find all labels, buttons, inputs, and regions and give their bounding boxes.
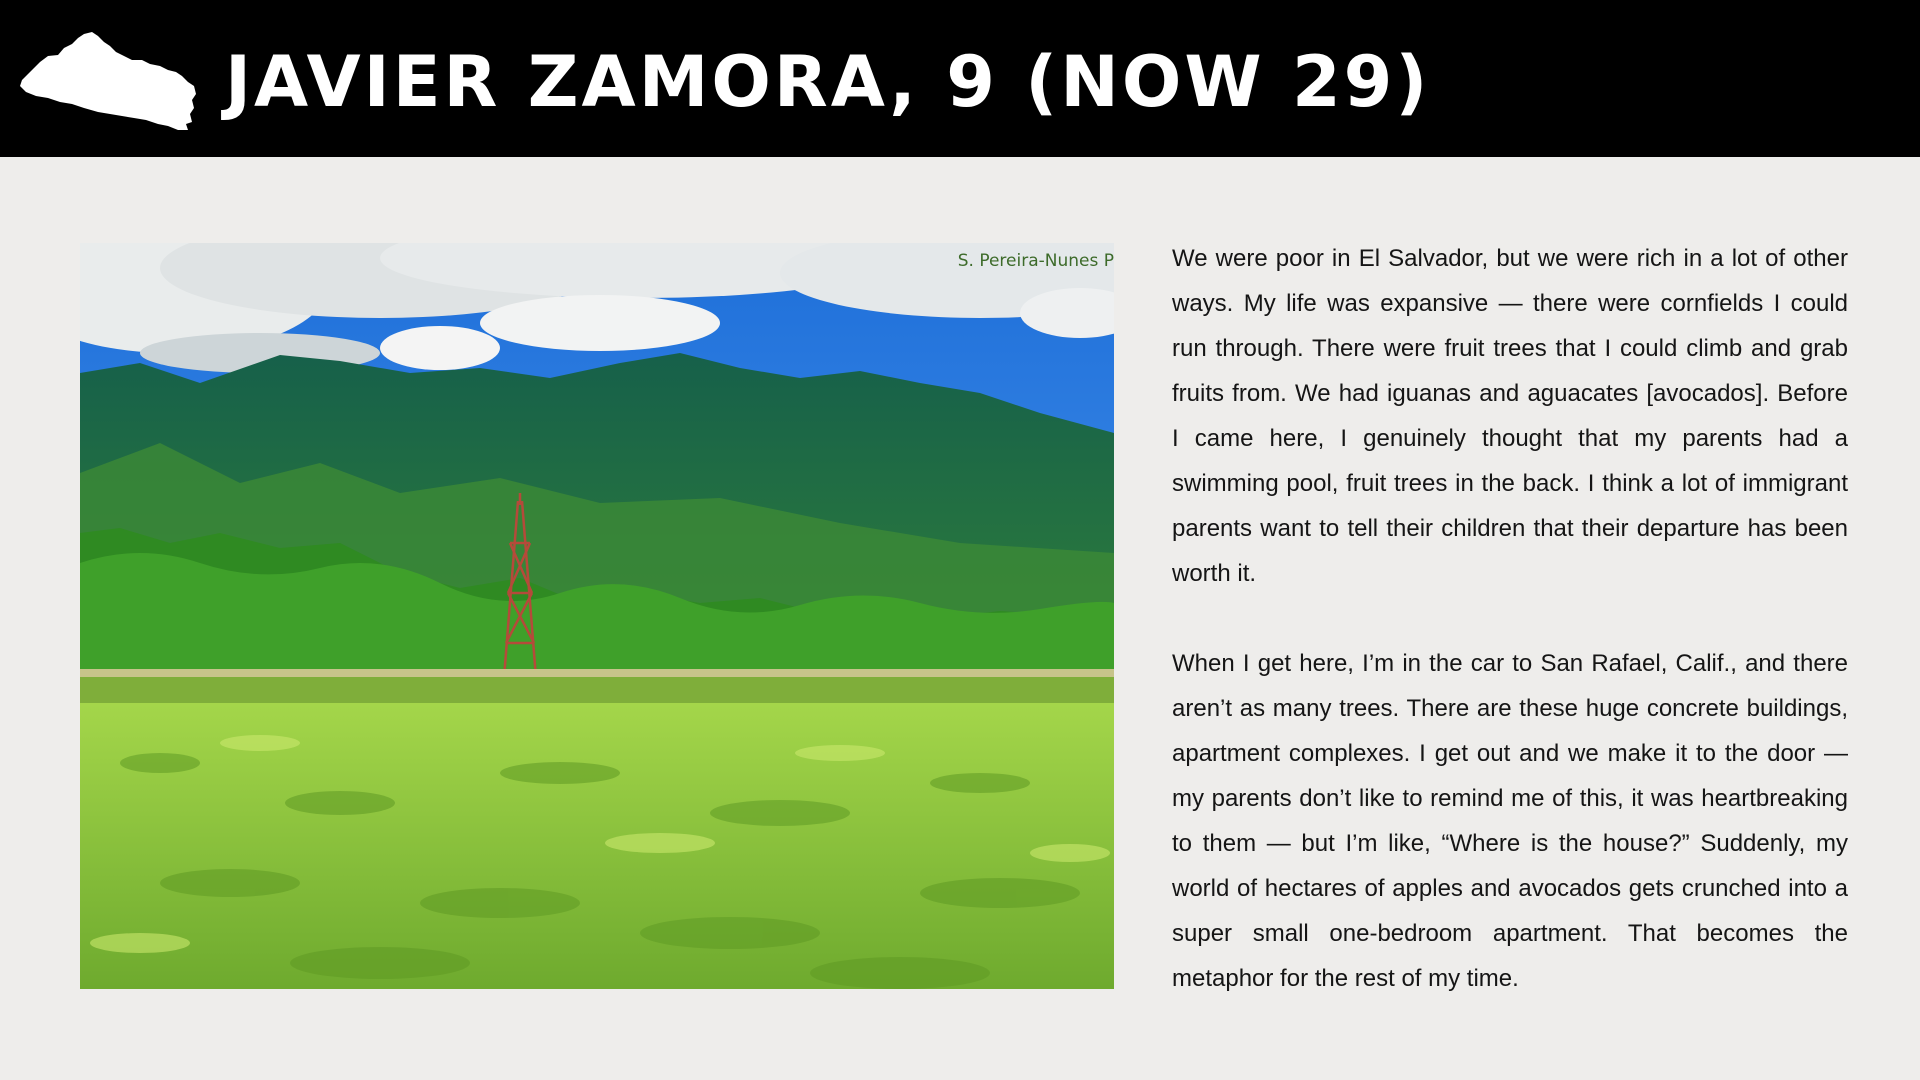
photo-credit: S. Pereira-Nunes P	[957, 251, 1114, 271]
header-bar: JAVIER ZAMORA, 9 (NOW 29)	[0, 0, 1920, 157]
farm-field-photo: S. Pereira-Nunes P	[80, 243, 1114, 989]
story-text: We were poor in El Salvador, but we were…	[1172, 236, 1848, 1001]
story-paragraph-1: We were poor in El Salvador, but we were…	[1172, 245, 1848, 587]
el-salvador-map-icon	[20, 32, 196, 130]
story-paragraph-2: When I get here, I’m in the car to San R…	[1172, 650, 1848, 992]
page-title: JAVIER ZAMORA, 9 (NOW 29)	[225, 41, 1431, 123]
landscape-illustration	[80, 243, 1114, 989]
